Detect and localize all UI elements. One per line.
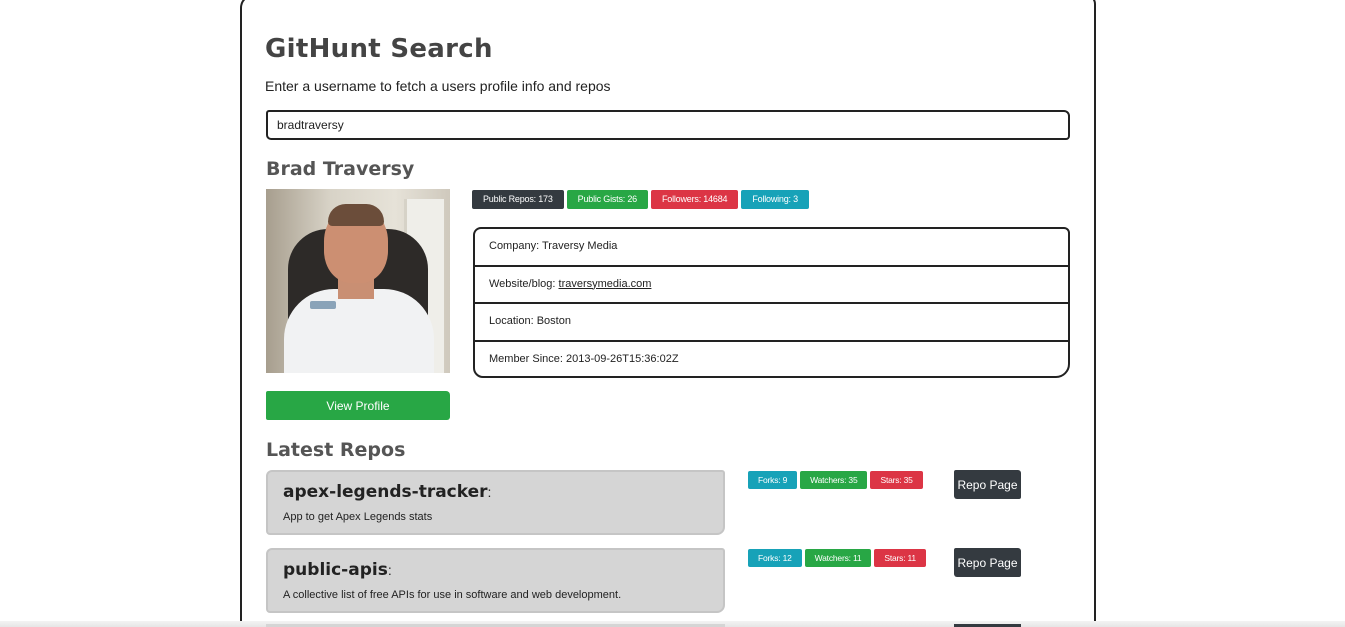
company-item: Company: Traversy Media xyxy=(475,229,1068,267)
forks-badge: Forks: 9 xyxy=(748,471,798,489)
stars-badge: Stars: 35 xyxy=(870,471,923,489)
following-badge: Following: 3 xyxy=(741,190,809,209)
watchers-badge: Watchers: 35 xyxy=(800,471,868,489)
stars-badge: Stars: 11 xyxy=(874,549,926,567)
public-gists-badge: Public Gists: 26 xyxy=(566,190,648,209)
avatar xyxy=(266,189,450,373)
repo-card: apex-legends-tracker: App to get Apex Le… xyxy=(266,470,725,535)
forks-badge: Forks: 12 xyxy=(748,549,802,567)
latest-repos-heading: Latest Repos xyxy=(266,439,406,461)
repo-name-colon: : xyxy=(387,562,392,578)
repo-badges: Forks: 9 Watchers: 35 Stars: 35 xyxy=(748,471,923,489)
view-profile-button[interactable]: View Profile xyxy=(266,391,450,420)
public-repos-badge: Public Repos: 173 xyxy=(472,190,564,209)
repo-page-button[interactable]: Repo Page xyxy=(954,548,1021,577)
repo-page-button[interactable]: Repo Page xyxy=(954,470,1021,499)
website-label: Website/blog: xyxy=(489,277,556,290)
website-link[interactable]: traversymedia.com xyxy=(559,278,652,290)
location-item: Location: Boston xyxy=(475,304,1068,342)
repo-card: public-apis: A collective list of free A… xyxy=(266,548,725,613)
member-since-item: Member Since: 2013-09-26T15:36:02Z xyxy=(489,352,679,365)
repo-description: App to get Apex Legends stats xyxy=(283,511,433,523)
search-input[interactable] xyxy=(266,110,1070,140)
watchers-badge: Watchers: 11 xyxy=(804,549,872,567)
website-item: Website/blog: traversymedia.com xyxy=(475,267,1068,304)
repo-name: public-apis xyxy=(283,560,388,580)
user-name: Brad Traversy xyxy=(266,158,415,180)
profile-info-list: Company: Traversy Media Website/blog: tr… xyxy=(473,227,1070,378)
repo-name: apex-legends-tracker xyxy=(283,482,488,502)
repo-name-colon: : xyxy=(487,484,492,500)
followers-badge: Followers: 14684 xyxy=(650,190,739,209)
repo-badges: Forks: 12 Watchers: 11 Stars: 11 xyxy=(748,549,926,567)
repo-description: A collective list of free APIs for use i… xyxy=(283,589,622,601)
profile-badges: Public Repos: 173 Public Gists: 26 Follo… xyxy=(472,190,809,209)
page-title: GitHunt Search xyxy=(265,34,493,64)
page-subtitle: Enter a username to fetch a users profil… xyxy=(265,78,611,94)
